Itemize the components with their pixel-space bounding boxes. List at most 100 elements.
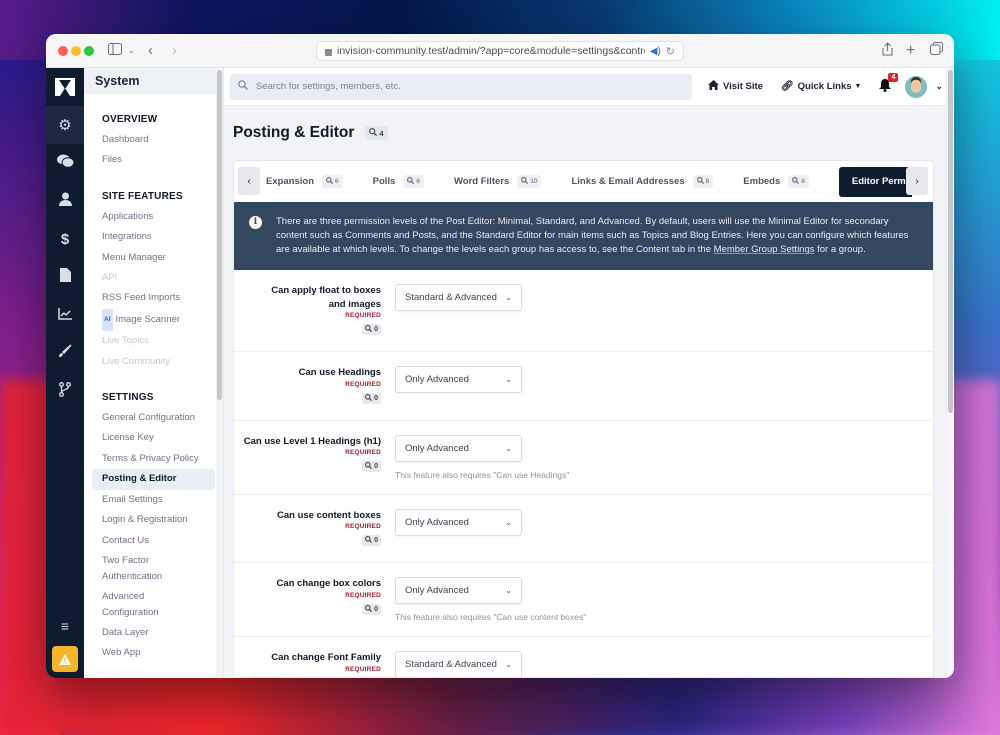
share-icon[interactable]	[882, 42, 893, 61]
permission-level-select[interactable]: Only Advanced ⌄	[395, 366, 522, 393]
select-value: Standard & Advanced	[405, 659, 497, 670]
main-scrollbar[interactable]	[946, 68, 954, 678]
sidebar-item-image-scanner[interactable]: AI Image Scanner	[84, 308, 223, 332]
speaker-icon[interactable]: ◀)	[650, 46, 661, 57]
rail-item-developer[interactable]	[46, 372, 84, 410]
sidebar-item-web-app[interactable]: Web App	[84, 643, 223, 663]
warning-button[interactable]	[52, 646, 78, 672]
quick-links-dropdown[interactable]: 🔗︎ Quick Links ▼	[781, 81, 862, 92]
rail-item-commerce[interactable]: $	[46, 220, 84, 258]
tab-count: 6	[416, 178, 420, 185]
setting-label: Can change box colors	[276, 578, 381, 589]
sidebar-item-label: Applications	[102, 210, 154, 222]
sidebar-item-api[interactable]: API	[84, 268, 223, 288]
minimize-window-button[interactable]	[71, 46, 81, 56]
tab-embeds[interactable]: Embeds 8	[743, 175, 809, 188]
link-icon: 🔗︎	[780, 81, 794, 92]
reload-icon[interactable]: ↻	[666, 45, 675, 58]
required-label: REQUIRED	[345, 449, 381, 456]
sidebar-item-label: Dashboard	[102, 134, 149, 145]
tab-links-email-addresses[interactable]: Links & Email Addresses 8	[571, 175, 714, 188]
rail-item-customization[interactable]	[46, 334, 84, 372]
member-group-settings-link[interactable]: Member Group Settings	[714, 244, 815, 255]
warning-icon	[59, 653, 71, 665]
rail-item-community[interactable]	[46, 144, 84, 182]
sidebar-item-dashboard[interactable]: Dashboard	[84, 130, 223, 150]
lock-icon	[325, 48, 332, 56]
sidebar-item-two-factor-authentication[interactable]: Two Factor Authentication	[84, 551, 184, 587]
sidebar-item-contact-us[interactable]: Contact Us	[84, 531, 223, 551]
account-menu-chevron-icon[interactable]: ⌄	[935, 81, 943, 92]
chevron-down-icon[interactable]: ⌄	[128, 42, 135, 60]
tabs-scroll-right-button[interactable]: ›	[906, 167, 928, 195]
forward-button[interactable]: ›	[172, 42, 177, 60]
sidebar-item-label: Contact Us	[102, 534, 149, 546]
sidebar-item-login-registration[interactable]: Login & Registration	[84, 510, 223, 530]
sidebar-item-menu-manager[interactable]: Menu Manager	[84, 248, 223, 268]
setting-row-can-change-box-colors: Can change box colors REQUIRED 0 Only Advan…	[234, 563, 933, 637]
permission-level-select[interactable]: Standard & Advanced ⌄	[395, 284, 522, 311]
sidebar-item-integrations[interactable]: Integrations	[84, 227, 223, 247]
permission-level-select[interactable]: Only Advanced ⌄	[395, 508, 522, 536]
sidebar-item-license-key[interactable]: License Key	[84, 428, 223, 448]
tab-overview-icon[interactable]	[930, 42, 943, 60]
chart-line-icon	[58, 307, 72, 324]
sidebar-item-rss-feed-imports[interactable]: RSS Feed Imports	[84, 288, 223, 308]
permission-level-select[interactable]: Only Advanced ⌄	[395, 434, 522, 462]
browser-toolbar: ⌄ ‹ › invision-community.test/admin/?app…	[46, 34, 954, 68]
setting-row-can-use-content-boxes: Can use content boxes REQUIRED 0 Only Advan…	[234, 495, 933, 563]
user-avatar[interactable]	[905, 75, 928, 98]
permission-level-select[interactable]: Only Advanced ⌄	[395, 577, 522, 604]
sidebar-toggle-icon[interactable]	[108, 42, 122, 60]
setting-search-count-badge: 0	[362, 535, 381, 546]
new-tab-icon[interactable]: +	[906, 42, 915, 60]
sidebar-item-general-configuration[interactable]: General Configuration	[84, 408, 223, 428]
sidebar-item-label: Live Community	[102, 355, 171, 367]
setting-search-count-badge: 0	[362, 324, 381, 335]
tab-expansion[interactable]: Expansion 6	[266, 175, 343, 188]
zoom-window-button[interactable]	[84, 46, 94, 56]
rail-item-pages[interactable]	[46, 258, 84, 296]
sidebar-item-advanced-configuration[interactable]: Advanced Configuration	[84, 587, 184, 623]
tab-count-badge: 10	[517, 175, 542, 188]
tab-label: Editor Permissions	[851, 176, 912, 187]
sidebar-item-label: Terms & Privacy Policy	[102, 452, 199, 464]
tab-count-badge: 6	[403, 175, 424, 188]
rail-item-members[interactable]	[46, 182, 84, 220]
sidebar-item-files[interactable]: Files	[84, 150, 223, 170]
sidebar-item-live-community[interactable]: Live Community	[84, 352, 223, 372]
tab-word-filters[interactable]: Word Filters 10	[454, 175, 542, 188]
sidebar-item-label: RSS Feed Imports	[102, 292, 181, 304]
sidebar-item-data-layer[interactable]: Data Layer	[84, 623, 223, 643]
sidebar-item-live-topics[interactable]: Live Topics	[84, 331, 223, 351]
sidebar-item-applications[interactable]: Applications	[84, 207, 223, 227]
search-input[interactable]: Search for settings, members, etc.	[230, 73, 692, 100]
tab-polls[interactable]: Polls 6	[373, 175, 424, 188]
setting-label: Can use content boxes	[277, 509, 381, 521]
sidebar-item-terms-privacy-policy[interactable]: Terms & Privacy Policy	[84, 449, 223, 469]
address-bar[interactable]: invision-community.test/admin/?app=core&…	[316, 41, 684, 61]
setting-search-count-badge: 0	[362, 603, 381, 615]
notifications-button[interactable]: 4	[879, 72, 899, 95]
sidebar-item-posting-editor[interactable]: Posting & Editor	[92, 469, 215, 490]
rail-item-stats[interactable]	[46, 296, 84, 334]
required-label: REQUIRED	[345, 591, 381, 599]
permission-level-select[interactable]: Standard & Advanced ⌄	[395, 651, 522, 677]
tab-editor-permissions[interactable]: Editor Permissions	[838, 166, 912, 197]
sidebar-scrollbar[interactable]	[216, 68, 223, 678]
back-button[interactable]: ‹	[148, 42, 153, 60]
sidebar-title: System	[84, 68, 223, 94]
select-value: Only Advanced	[405, 374, 469, 385]
visit-site-link[interactable]: Visit Site	[708, 80, 763, 93]
tab-label: Expansion	[266, 176, 315, 187]
invision-logo[interactable]	[46, 68, 84, 106]
sidebar-item-label: License Key	[102, 432, 154, 444]
tabs-scroll-left-button[interactable]: ‹	[238, 167, 260, 195]
menu-icon[interactable]: ≡	[46, 618, 84, 634]
close-window-button[interactable]	[58, 46, 68, 56]
sidebar-item-email-settings[interactable]: Email Settings	[84, 490, 223, 510]
info-icon: i	[249, 216, 262, 229]
setting-label: Can change Font Family	[271, 652, 381, 663]
search-icon	[238, 80, 248, 93]
rail-item-system[interactable]: ⚙	[46, 106, 84, 144]
